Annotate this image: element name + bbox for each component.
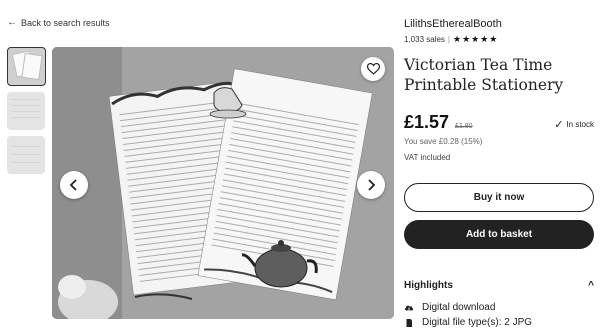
chevron-up-icon[interactable]: ^ — [588, 280, 594, 291]
download-cloud-icon — [405, 305, 414, 313]
thumbnail-3[interactable] — [7, 136, 45, 174]
checkmark-icon: ✓ — [554, 119, 564, 131]
thumbnail-strip — [7, 47, 47, 180]
vat-text: VAT included — [404, 153, 451, 162]
back-link-label: Back to search results — [21, 18, 110, 28]
thumbnail-text-line — [12, 99, 40, 100]
highlight-item: Digital download — [404, 302, 594, 313]
heart-icon — [366, 63, 380, 75]
highlight-item: Digital file type(s): 2 JPG — [404, 317, 594, 328]
thumbnail-text-line — [12, 105, 40, 106]
main-product-image[interactable] — [52, 47, 394, 319]
highlight-label: Digital download — [422, 302, 496, 313]
next-image-button[interactable] — [357, 171, 385, 199]
thumbnail-text-line — [12, 117, 40, 118]
thumbnail-text-line — [12, 111, 40, 112]
price-row: £1.57 £1.80 ✓ In stock — [404, 112, 594, 133]
stationery-photo — [52, 47, 394, 319]
original-price: £1.80 — [455, 123, 473, 130]
arrow-left-icon: ← — [7, 17, 17, 28]
current-price: £1.57 — [404, 112, 450, 132]
star-rating-icon[interactable]: ★★★★★ — [453, 34, 498, 45]
favorite-button[interactable] — [361, 57, 385, 81]
sales-count: 1,033 sales — [404, 35, 445, 44]
thumbnail-text-line — [12, 162, 40, 163]
shop-name-link[interactable]: LilithsEtherealBooth — [404, 18, 594, 30]
savings-text: You save £0.28 (15%) — [404, 137, 483, 146]
previous-image-button[interactable] — [60, 171, 88, 199]
thumbnail-text-line — [12, 154, 40, 155]
thumbnail-1[interactable] — [7, 47, 46, 86]
add-to-basket-button[interactable]: Add to basket — [404, 220, 594, 249]
back-to-search-link[interactable]: ← Back to search results — [7, 17, 110, 29]
chevron-left-icon — [69, 179, 77, 191]
listing-details-panel: LilithsEtherealBooth 1,033 sales | ★★★★★… — [404, 14, 594, 328]
thumbnail-text-line — [12, 146, 40, 147]
highlights-heading: Highlights — [404, 280, 453, 291]
separator: | — [447, 35, 450, 44]
stock-label: In stock — [566, 120, 594, 129]
buy-it-now-button[interactable]: Buy it now — [404, 183, 594, 212]
highlight-label: Digital file type(s): 2 JPG — [422, 317, 533, 328]
thumbnail-page-image — [21, 52, 43, 81]
listing-title: Victorian Tea Time Printable Stationery — [404, 56, 564, 94]
file-icon — [406, 318, 412, 327]
thumbnail-2[interactable] — [7, 92, 45, 130]
sales-rating-row: 1,033 sales | ★★★★★ — [404, 34, 594, 45]
chevron-right-icon — [368, 179, 376, 191]
highlights-header[interactable]: Highlights ^ — [404, 280, 594, 291]
stock-status: ✓ In stock — [554, 118, 594, 131]
